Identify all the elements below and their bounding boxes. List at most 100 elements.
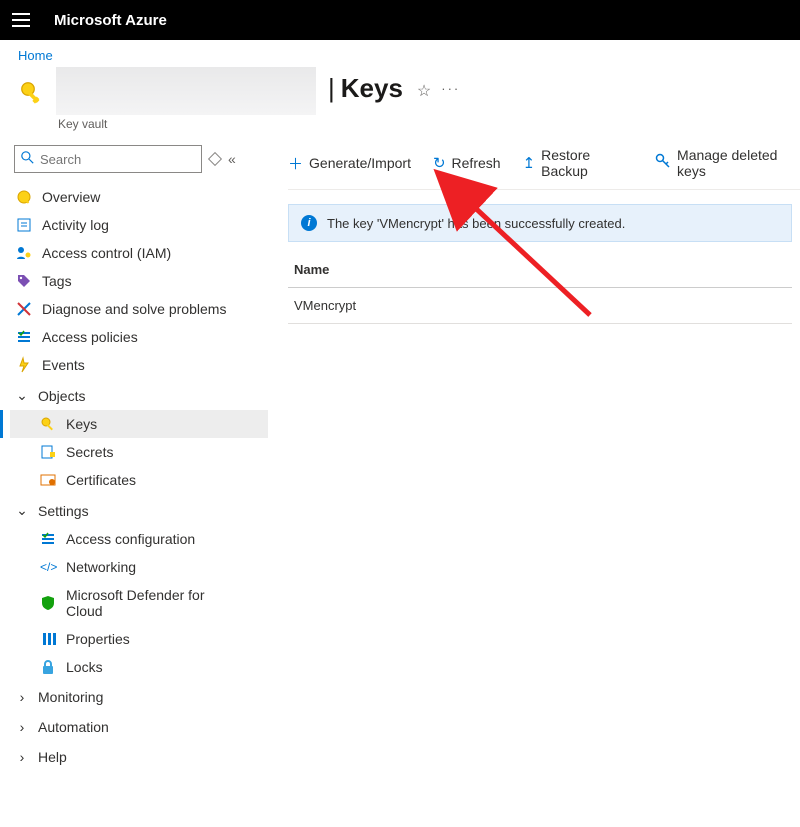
toolbar: ＋ Generate/Import ↻ Refresh ↥ Restore Ba…: [288, 141, 800, 190]
brand-label: Microsoft Azure: [54, 12, 167, 29]
sidebar-section-objects[interactable]: ⌄ Objects: [10, 379, 268, 410]
toolbar-label: Refresh: [452, 155, 501, 171]
sidebar-item-keys[interactable]: Keys: [10, 410, 268, 438]
sidebar-item-label: Access policies: [42, 329, 138, 345]
iam-icon: [16, 245, 32, 261]
search-icon: [21, 151, 34, 167]
sidebar-item-overview[interactable]: Overview: [10, 183, 268, 211]
resource-name-redacted: [56, 67, 316, 115]
tags-icon: [16, 273, 32, 289]
key-vault-icon: [18, 79, 48, 109]
access-policies-icon: [16, 329, 32, 345]
toolbar-label: Restore Backup: [541, 147, 633, 179]
access-config-icon: [40, 531, 56, 547]
sidebar-item-activity-log[interactable]: Activity log: [10, 211, 268, 239]
toolbar-label: Generate/Import: [309, 155, 411, 171]
activity-log-icon: [16, 217, 32, 233]
sidebar-item-label: Locks: [66, 659, 103, 675]
sidebar-menu: Overview Activity log Access control (IA…: [10, 183, 268, 771]
sidebar-item-label: Access control (IAM): [42, 245, 171, 261]
sidebar-item-locks[interactable]: Locks: [10, 653, 268, 681]
keys-table-row[interactable]: VMencrypt: [288, 288, 792, 324]
restore-backup-button[interactable]: ↥ Restore Backup: [523, 147, 633, 179]
col-name: Name: [294, 262, 329, 277]
overview-icon: [16, 189, 32, 205]
expand-favorites-icon[interactable]: [208, 152, 222, 166]
chevron-right-icon: ›: [16, 719, 28, 735]
plus-icon: ＋: [288, 153, 303, 174]
manage-deleted-keys-button[interactable]: Manage deleted keys: [655, 147, 800, 179]
resource-subtitle: Key vault: [58, 117, 316, 131]
sidebar-section-automation[interactable]: › Automation: [10, 711, 268, 741]
refresh-icon: ↻: [433, 154, 446, 172]
global-header: Microsoft Azure: [0, 0, 800, 40]
sidebar-section-help[interactable]: › Help: [10, 741, 268, 771]
sidebar-item-label: Properties: [66, 631, 130, 647]
sidebar-item-label: Secrets: [66, 444, 113, 460]
sidebar-item-diagnose[interactable]: Diagnose and solve problems: [10, 295, 268, 323]
collapse-sidebar-icon[interactable]: «: [228, 151, 236, 167]
page-header: Key vault | Keys ☆ ···: [0, 63, 800, 141]
success-notification: i The key 'VMencrypt' has been successfu…: [288, 204, 792, 242]
sidebar-item-properties[interactable]: Properties: [10, 625, 268, 653]
section-label: Objects: [38, 388, 85, 404]
section-label: Help: [38, 749, 67, 765]
breadcrumb-home[interactable]: Home: [18, 48, 53, 63]
sidebar-item-label: Tags: [42, 273, 72, 289]
resource-block: Key vault: [56, 67, 316, 131]
sidebar-item-label: Diagnose and solve problems: [42, 301, 226, 317]
sidebar-item-label: Access configuration: [66, 531, 195, 547]
networking-icon: </>: [40, 559, 56, 575]
sidebar-item-defender[interactable]: Microsoft Defender for Cloud: [10, 581, 268, 625]
sidebar-search-input[interactable]: [40, 152, 195, 167]
sidebar-item-access-configuration[interactable]: Access configuration: [10, 525, 268, 553]
chevron-right-icon: ›: [16, 689, 28, 705]
keys-table-header: Name: [288, 242, 792, 288]
certificates-icon: [40, 472, 56, 488]
section-label: Monitoring: [38, 689, 103, 705]
breadcrumb: Home: [0, 40, 800, 63]
favorite-star-icon[interactable]: ☆: [417, 81, 431, 101]
events-icon: [16, 357, 32, 373]
sidebar-item-secrets[interactable]: Secrets: [10, 438, 268, 466]
section-label: Automation: [38, 719, 109, 735]
properties-icon: [40, 631, 56, 647]
defender-icon: [40, 595, 56, 611]
cell-name: VMencrypt: [294, 298, 356, 313]
title-separator: |: [328, 73, 335, 104]
sidebar-item-events[interactable]: Events: [10, 351, 268, 379]
sidebar-section-settings[interactable]: ⌄ Settings: [10, 494, 268, 525]
chevron-down-icon: ⌄: [16, 387, 28, 404]
notification-text: The key 'VMencrypt' has been successfull…: [327, 216, 625, 231]
sidebar-item-label: Keys: [66, 416, 97, 432]
diagnose-icon: [16, 301, 32, 317]
sidebar-item-certificates[interactable]: Certificates: [10, 466, 268, 494]
locks-icon: [40, 659, 56, 675]
more-actions-icon[interactable]: ···: [441, 81, 460, 96]
main-panel: ＋ Generate/Import ↻ Refresh ↥ Restore Ba…: [268, 141, 800, 827]
sidebar-item-tags[interactable]: Tags: [10, 267, 268, 295]
refresh-button[interactable]: ↻ Refresh: [433, 154, 501, 172]
sidebar: « Overview Activity log Access control (…: [0, 141, 268, 827]
sidebar-item-label: Networking: [66, 559, 136, 575]
svg-text:</>: </>: [40, 560, 57, 574]
sidebar-item-label: Activity log: [42, 217, 109, 233]
sidebar-item-networking[interactable]: </> Networking: [10, 553, 268, 581]
sidebar-search-row: «: [10, 141, 268, 183]
upload-icon: ↥: [523, 154, 536, 172]
hamburger-icon[interactable]: [12, 13, 30, 27]
sidebar-item-iam[interactable]: Access control (IAM): [10, 239, 268, 267]
generate-import-button[interactable]: ＋ Generate/Import: [288, 153, 411, 174]
page-title: Keys: [341, 73, 403, 104]
sidebar-search[interactable]: [14, 145, 202, 173]
sidebar-item-label: Certificates: [66, 472, 136, 488]
key-icon: [655, 153, 671, 173]
section-label: Settings: [38, 503, 89, 519]
sidebar-item-label: Overview: [42, 189, 100, 205]
chevron-down-icon: ⌄: [16, 502, 28, 519]
toolbar-label: Manage deleted keys: [677, 147, 800, 179]
sidebar-item-access-policies[interactable]: Access policies: [10, 323, 268, 351]
sidebar-section-monitoring[interactable]: › Monitoring: [10, 681, 268, 711]
chevron-right-icon: ›: [16, 749, 28, 765]
secrets-icon: [40, 444, 56, 460]
